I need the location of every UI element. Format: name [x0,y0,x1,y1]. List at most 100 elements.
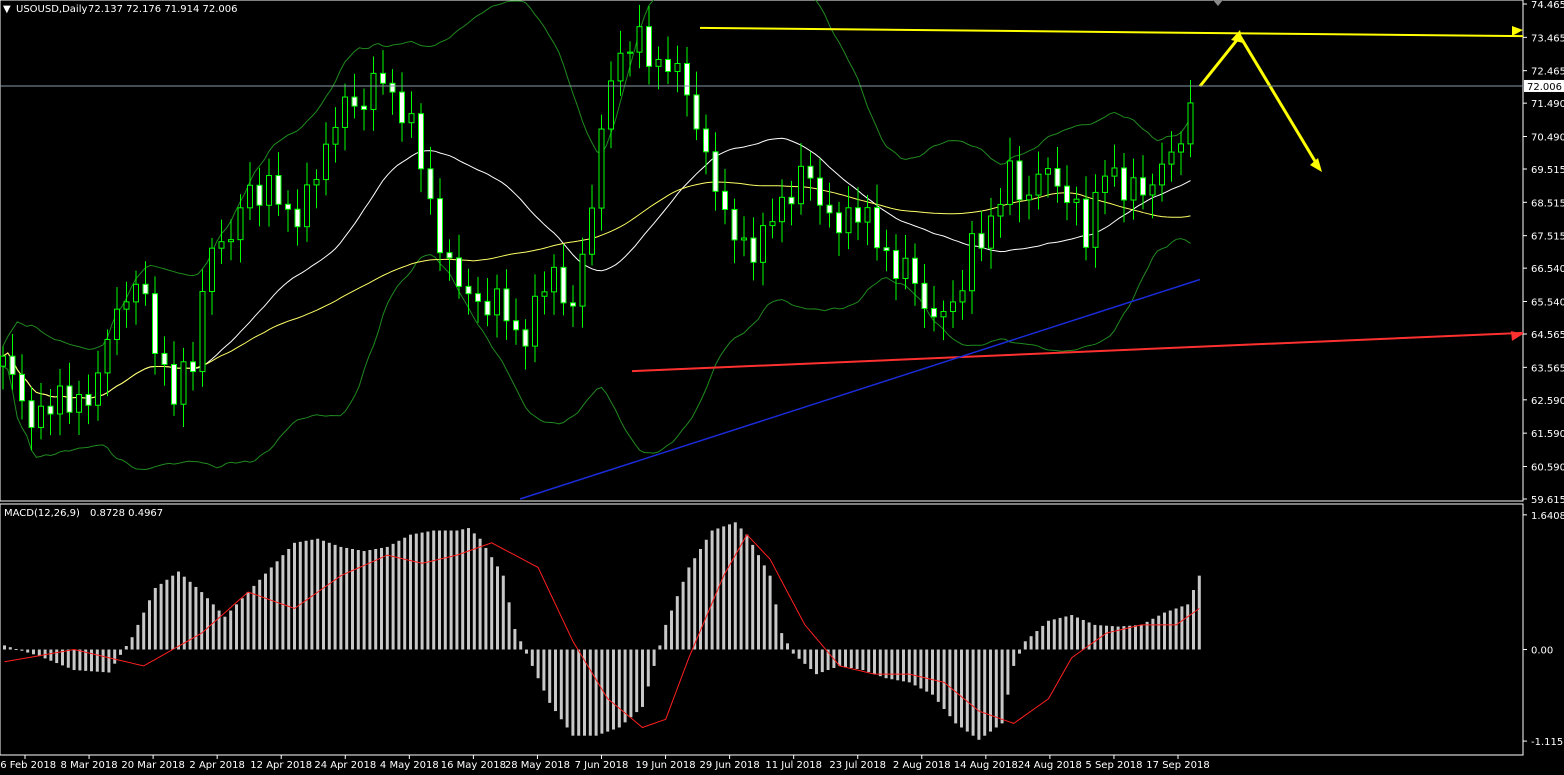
macd-histogram-bar [455,530,459,650]
macd-histogram-bar [617,649,621,728]
candle-body [85,394,92,406]
candle-body [237,207,244,241]
macd-histogram-bar [942,649,946,710]
candle-body [351,96,358,107]
macd-histogram-bar [948,649,952,717]
time-tick-label: 24 Aug 2018 [1018,760,1082,771]
candle-body [1007,160,1013,205]
candle-body [969,233,975,292]
macd-histogram-bar [1052,619,1056,650]
macd-histogram-bar [351,548,354,650]
candle-body [902,257,909,279]
candle-body [817,177,823,206]
candle-body [475,293,481,302]
macd-histogram-bar [675,596,679,650]
macd-histogram-bar [153,587,157,650]
candle-body [1035,173,1042,196]
macd-histogram-bar [786,643,789,650]
candle-body [104,338,111,374]
macd-histogram-bar [159,583,163,650]
macd-histogram-bar [745,534,749,650]
macd-histogram-bar [113,649,117,664]
macd-histogram-bar [501,575,505,650]
macd-histogram-bar [646,649,650,687]
candle-body [921,282,928,309]
candle-body [180,361,187,405]
macd-histogram-bar [443,530,447,650]
macd-histogram-bar [438,530,441,650]
macd-histogram-bar [327,542,331,650]
candle-body [855,207,861,223]
price-tick-label: 72.465 [1531,67,1564,78]
candle-body [133,283,139,303]
macd-histogram-bar [803,649,807,664]
macd-histogram-bar [142,612,146,650]
candle-body [750,237,757,263]
macd-histogram-bar [368,550,372,650]
price-tick-label: 70.490 [1531,133,1564,144]
macd-histogram-bar [513,629,517,650]
candle-body [1187,102,1194,145]
price-tick-label: 71.490 [1531,99,1564,110]
candle-body [608,80,614,130]
candle-body [769,221,776,227]
candle-body [1102,175,1108,193]
macd-histogram-bar [1035,631,1039,650]
macd-histogram-bar [855,649,859,670]
menu-triangle-icon[interactable]: ▼ [3,4,11,15]
candle-body [228,239,234,243]
time-tick-label: 2 Aug 2018 [893,760,951,771]
candle-body [978,233,985,249]
candle-body [142,283,149,295]
candle-body [617,52,624,82]
macd-histogram-bar [194,586,198,650]
macd-histogram-bar [728,524,731,650]
macd-histogram-bar [26,649,30,653]
time-tick-label: 4 May 2018 [380,760,439,771]
candle-body [579,253,586,307]
macd-histogram-bar [281,555,285,650]
price-tick-label: 66.540 [1531,264,1564,275]
macd-histogram-bar [414,533,418,650]
candle-body [152,293,158,354]
candle-body [218,241,225,249]
macd-histogram-bar [1029,636,1033,650]
candle-body [209,247,215,293]
macd-histogram-bar [878,649,882,677]
macd-histogram-bar [542,649,546,691]
candle-body [950,301,956,313]
macd-histogram-bar [519,641,523,650]
macd-histogram-bar [385,546,389,650]
macd-histogram-bar [1128,625,1132,650]
macd-histogram-bar [989,649,992,732]
price-tick-label: 62.590 [1531,396,1564,407]
macd-histogram-bar [66,649,70,668]
macd-histogram-bar [687,567,691,650]
macd-histogram-bar [1012,649,1016,666]
candle-body [1064,185,1070,203]
macd-histogram-bar [565,649,569,728]
macd-histogram-bar [490,557,494,650]
time-tick-label: 28 May 2018 [505,760,570,771]
macd-histogram-bar [559,649,563,720]
candle-body [361,105,367,110]
macd-panel-frame [0,503,1524,756]
macd-histogram-bar [1180,606,1184,650]
candle-body [1054,168,1061,187]
candle-body [171,363,177,405]
macd-histogram-bar [1093,624,1097,650]
macd-histogram-bar [240,598,244,650]
candle-body [247,184,253,209]
candle-body [893,250,899,279]
macd-histogram-bar [867,649,871,673]
candle-body [1168,151,1175,165]
macd-histogram-bar [1047,620,1050,650]
macd-histogram-bar [594,649,598,736]
candle-body [1083,198,1089,248]
macd-histogram-bar [333,544,337,650]
time-tick-label: 2 Apr 2018 [189,760,244,771]
candle-body [408,113,415,124]
trading-chart[interactable]: ▼ USOUSD,Daily 72.137 72.176 71.914 72.0… [0,0,1564,775]
candle-body [655,59,662,67]
macd-histogram-bar [507,602,511,650]
